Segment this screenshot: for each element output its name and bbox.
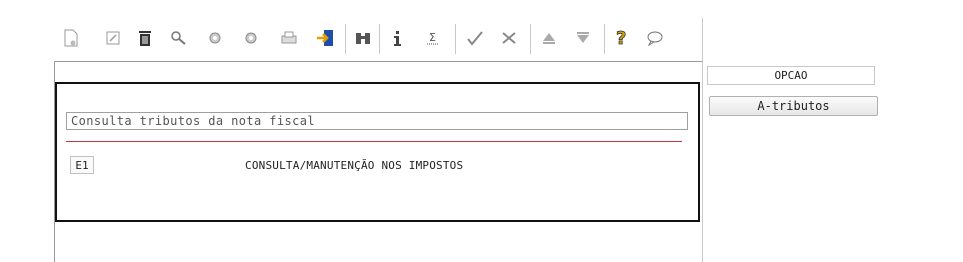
exit-icon[interactable] bbox=[314, 26, 336, 50]
circle-icon[interactable] bbox=[240, 26, 262, 50]
svg-text:Σ: Σ bbox=[429, 31, 436, 44]
entry-description: CONSULTA/MANUTENÇÃO NOS IMPOSTOS bbox=[245, 159, 464, 172]
up-icon[interactable] bbox=[538, 26, 560, 50]
entry-code-button[interactable]: E1 bbox=[70, 156, 94, 174]
new-icon[interactable] bbox=[60, 26, 82, 50]
toolbar-separator bbox=[345, 24, 346, 54]
form-panel: Consulta tributos da nota fiscal E1 CONS… bbox=[55, 82, 700, 222]
circle-icon[interactable] bbox=[204, 26, 226, 50]
comment-icon[interactable] bbox=[644, 26, 666, 50]
binoculars-icon[interactable] bbox=[352, 26, 374, 50]
down-icon[interactable] bbox=[572, 26, 594, 50]
info-icon[interactable] bbox=[386, 26, 408, 50]
divider-line bbox=[66, 141, 682, 142]
print-icon[interactable] bbox=[278, 26, 300, 50]
toolbar-separator bbox=[530, 24, 531, 54]
frame-right-border bbox=[702, 18, 703, 262]
a-tributos-button[interactable]: A-tributos bbox=[709, 96, 878, 116]
options-header: OPCAO bbox=[707, 66, 875, 85]
search-icon[interactable] bbox=[168, 26, 190, 50]
help-icon[interactable]: ? bbox=[612, 26, 634, 50]
svg-text:?: ? bbox=[616, 28, 626, 48]
check-icon[interactable] bbox=[464, 26, 486, 50]
toolbar-separator bbox=[379, 24, 380, 54]
toolbar-separator bbox=[604, 24, 605, 54]
toolbar: Σ ? bbox=[54, 18, 702, 58]
frame-top-border bbox=[54, 61, 702, 62]
cancel-icon[interactable] bbox=[498, 26, 520, 50]
toolbar-separator bbox=[455, 24, 456, 54]
trash-icon[interactable] bbox=[134, 26, 156, 50]
form-title-field: Consulta tributos da nota fiscal bbox=[66, 112, 688, 130]
sum-icon[interactable]: Σ bbox=[422, 26, 444, 50]
edit-icon[interactable] bbox=[102, 26, 124, 50]
